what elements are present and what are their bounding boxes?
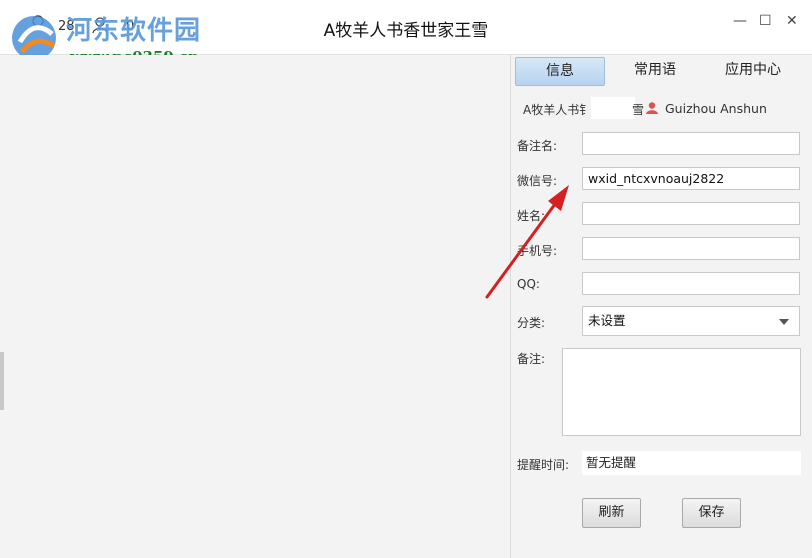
category-value: 未设置 (588, 313, 626, 328)
contact-name-tail: 雪 (632, 103, 645, 117)
note-label: 备注: (517, 352, 546, 366)
note-textarea[interactable] (562, 348, 801, 436)
remark-name-label: 备注名: (517, 139, 558, 153)
wechat-id-field[interactable]: wxid_ntcxvnoauj2822 (582, 167, 800, 190)
splitter-handle[interactable] (0, 352, 4, 410)
refresh-button[interactable]: 刷新 (582, 498, 641, 528)
close-button[interactable]: ✕ (786, 13, 798, 29)
category-select[interactable]: 未设置 (582, 306, 800, 336)
maximize-button[interactable]: ☐ (759, 13, 772, 29)
tab-info[interactable]: 信息 (515, 57, 605, 86)
save-button[interactable]: 保存 (682, 498, 741, 528)
qq-input[interactable] (582, 272, 800, 295)
contact-region: Guizhou Anshun (665, 101, 767, 116)
reminder-label: 提醒时间: (517, 458, 570, 472)
contact-name: A牧羊人书钅 (523, 103, 592, 117)
title-bar: 28 0 A牧羊人书香世家王雪 — ☐ ✕ (0, 0, 812, 55)
chevron-down-icon (779, 319, 789, 325)
tab-common-phrases[interactable]: 常用语 (615, 57, 695, 84)
reminder-value[interactable]: 暂无提醒 (582, 451, 801, 475)
window-title: A牧羊人书香世家王雪 (323, 21, 489, 41)
minimize-button[interactable]: — (733, 13, 747, 29)
real-name-input[interactable] (582, 202, 800, 225)
wechat-id-label: 微信号: (517, 174, 558, 188)
person-icon (646, 102, 658, 114)
phone-label: 手机号: (517, 244, 558, 258)
redaction-mask (591, 97, 635, 119)
contact-info-panel: 信息 常用语 应用中心 A牧羊人书钅 雪 Guizhou Anshun 备注名:… (511, 55, 812, 558)
category-label: 分类: (517, 316, 546, 330)
real-name-label: 姓名: (517, 209, 546, 223)
remark-name-input[interactable] (582, 132, 800, 155)
phone-input[interactable] (582, 237, 800, 260)
qq-label: QQ: (517, 277, 540, 291)
chat-area (0, 55, 510, 558)
tab-app-center[interactable]: 应用中心 (705, 57, 801, 84)
